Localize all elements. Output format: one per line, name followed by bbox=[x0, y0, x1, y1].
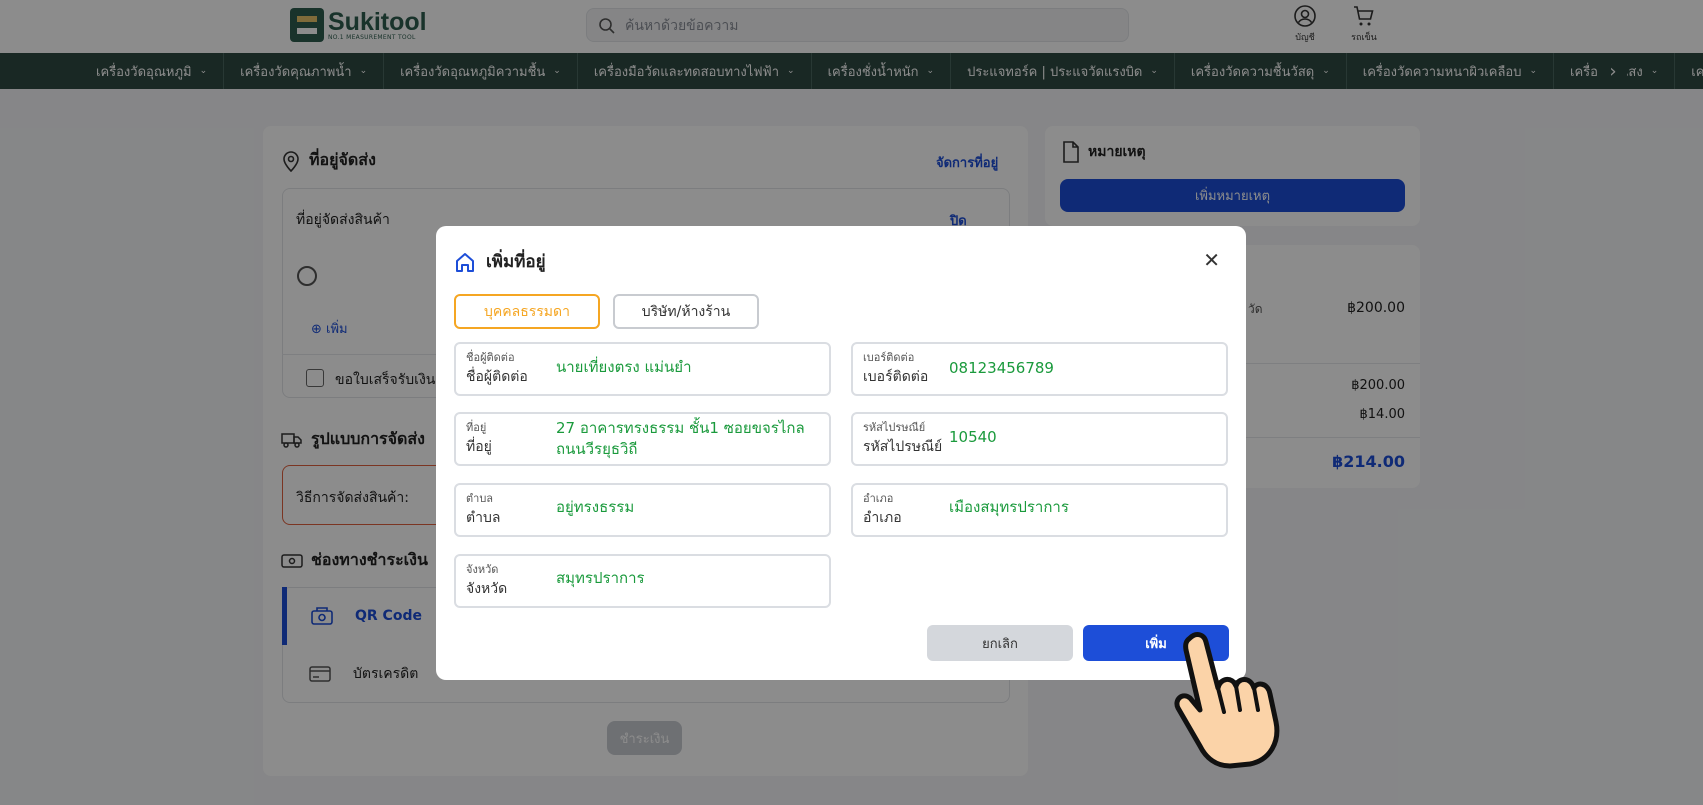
field-floating-label: ชื่อผู้ติดต่อ bbox=[466, 351, 515, 364]
field-floating-label: อำเภอ bbox=[863, 492, 894, 505]
postcode-value: 10540 bbox=[949, 428, 997, 446]
field-floating-label: ที่อยู่ bbox=[466, 421, 487, 434]
province-value: สมุทรปราการ bbox=[556, 569, 645, 587]
modal-title: เพิ่มที่อยู่ bbox=[454, 248, 546, 275]
field-label: จังหวัด bbox=[466, 581, 508, 597]
contact-name-value: นายเที่ยงตรง แม่นยำ bbox=[556, 358, 692, 376]
contact-name-field[interactable]: ชื่อผู้ติดต่อ ชื่อผู้ติดต่อ นายเที่ยงตรง… bbox=[454, 342, 831, 396]
address-value: 27 อาคารทรงธรรม ชั้น1 ซอยขจรไกล ถนนวีรยุ… bbox=[556, 419, 805, 458]
phone-field[interactable]: เบอร์ติดต่อ เบอร์ติดต่อ 08123456789 bbox=[851, 342, 1228, 396]
field-label: ชื่อผู้ติดต่อ bbox=[466, 369, 528, 385]
field-floating-label: จังหวัด bbox=[466, 563, 499, 576]
pointing-hand-cursor-icon bbox=[1174, 632, 1280, 769]
tab-company[interactable]: บริษัท/ห้างร้าน bbox=[613, 294, 759, 329]
field-floating-label: รหัสไปรษณีย์ bbox=[863, 421, 926, 434]
phone-value: 08123456789 bbox=[949, 359, 1054, 377]
field-label: รหัสไปรษณีย์ bbox=[863, 439, 943, 455]
close-icon[interactable]: ✕ bbox=[1203, 248, 1220, 272]
field-floating-label: เบอร์ติดต่อ bbox=[863, 351, 915, 364]
field-label: ตำบล bbox=[466, 510, 501, 526]
field-label: เบอร์ติดต่อ bbox=[863, 369, 929, 385]
province-field[interactable]: จังหวัด จังหวัด สมุทรปราการ bbox=[454, 554, 831, 608]
subdistrict-value: อยู่ทรงธรรม bbox=[556, 498, 635, 516]
postcode-field[interactable]: รหัสไปรษณีย์ รหัสไปรษณีย์ 10540 bbox=[851, 412, 1228, 466]
tab-individual[interactable]: บุคคลธรรมดา bbox=[454, 294, 600, 329]
cancel-button[interactable]: ยกเลิก bbox=[927, 625, 1073, 661]
field-floating-label: ตำบล bbox=[466, 492, 494, 505]
field-label: ที่อยู่ bbox=[466, 439, 492, 455]
district-field[interactable]: อำเภอ อำเภอ เมืองสมุทรปราการ bbox=[851, 483, 1228, 537]
district-value: เมืองสมุทรปราการ bbox=[949, 498, 1069, 516]
field-label: อำเภอ bbox=[863, 510, 902, 526]
address-field[interactable]: ที่อยู่ ที่อยู่ 27 อาคารทรงธรรม ชั้น1 ซอ… bbox=[454, 412, 831, 466]
subdistrict-field[interactable]: ตำบล ตำบล อยู่ทรงธรรม bbox=[454, 483, 831, 537]
home-icon bbox=[456, 252, 474, 272]
add-address-modal: เพิ่มที่อยู่ ✕ บุคคลธรรมดา บริษัท/ห้างร้… bbox=[436, 226, 1246, 680]
